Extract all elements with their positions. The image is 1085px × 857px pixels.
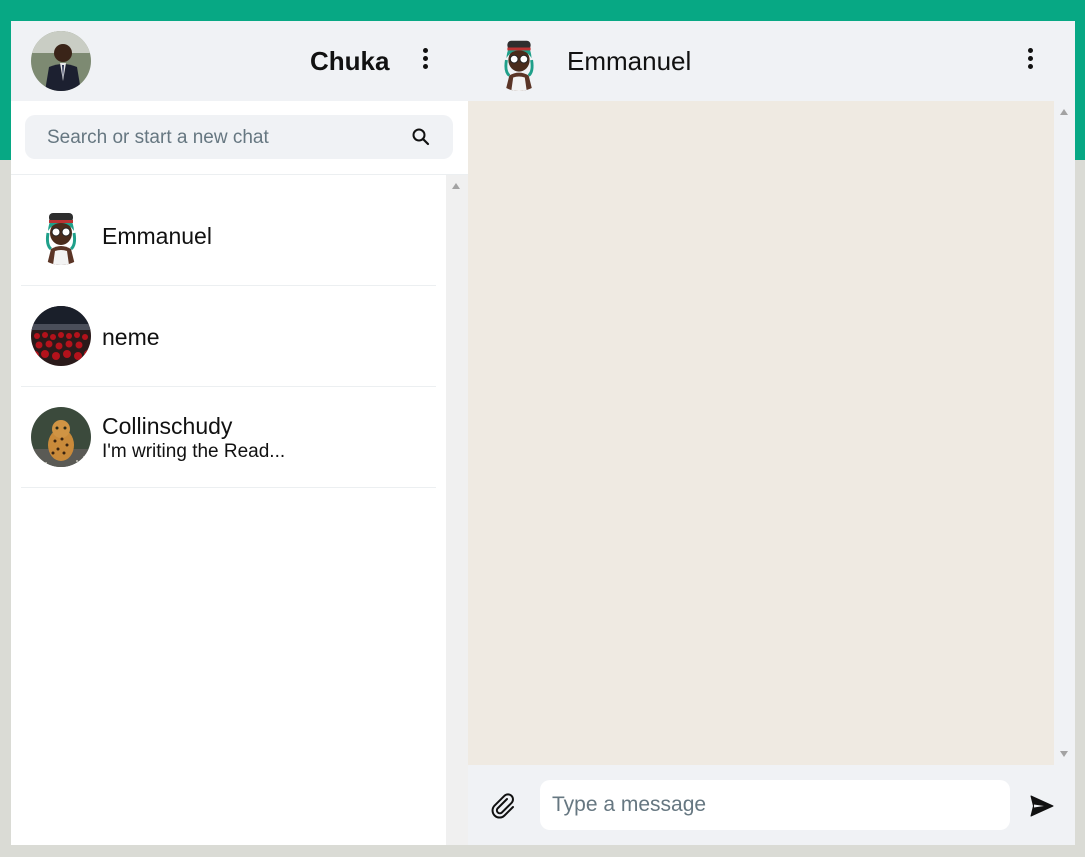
chat-avatar (31, 205, 91, 265)
user-name: Chuka (310, 46, 390, 76)
chat-name: Collinschudy (102, 413, 233, 439)
chat-name: neme (102, 324, 160, 350)
message-input[interactable] (540, 780, 1010, 830)
user-avatar[interactable] (31, 31, 91, 91)
sidebar: Chuka Search or start a new chat Emmanue… (11, 21, 468, 845)
scroll-up-icon[interactable] (452, 183, 460, 189)
sidebar-header: Chuka (11, 21, 468, 101)
search-section (11, 101, 468, 175)
contact-name[interactable]: Emmanuel (567, 46, 691, 77)
message-composer (468, 765, 1075, 845)
chat-list: Emmanuel neme Collinschudy I'm writing t… (11, 175, 446, 845)
paperclip-icon[interactable] (488, 791, 518, 821)
message-area (468, 101, 1054, 765)
chat-avatar (31, 306, 91, 366)
search-input[interactable] (45, 115, 399, 161)
sidebar-menu-icon[interactable] (413, 45, 437, 75)
chat-app: Chuka Search or start a new chat Emmanue… (11, 21, 1075, 845)
send-icon[interactable] (1030, 795, 1054, 817)
conversation-header: Emmanuel (468, 21, 1075, 101)
chat-list-scrollbar[interactable] (446, 175, 468, 845)
chat-avatar (31, 407, 91, 467)
chat-item-collinschudy[interactable]: Collinschudy I'm writing the Read... (21, 387, 436, 488)
chat-item-emmanuel[interactable]: Emmanuel (21, 185, 436, 286)
scroll-down-icon[interactable] (1060, 751, 1068, 757)
message-scrollbar[interactable] (1054, 101, 1075, 765)
chat-item-neme[interactable]: neme (21, 286, 436, 387)
scroll-up-icon[interactable] (1060, 109, 1068, 115)
conversation-panel: Emmanuel (468, 21, 1075, 845)
conversation-menu-icon[interactable] (1018, 45, 1042, 75)
contact-avatar[interactable] (490, 33, 548, 91)
chat-preview: I'm writing the Read... (102, 441, 286, 462)
search-box (25, 115, 453, 161)
search-icon[interactable] (411, 127, 431, 147)
chat-name: Emmanuel (102, 223, 212, 249)
